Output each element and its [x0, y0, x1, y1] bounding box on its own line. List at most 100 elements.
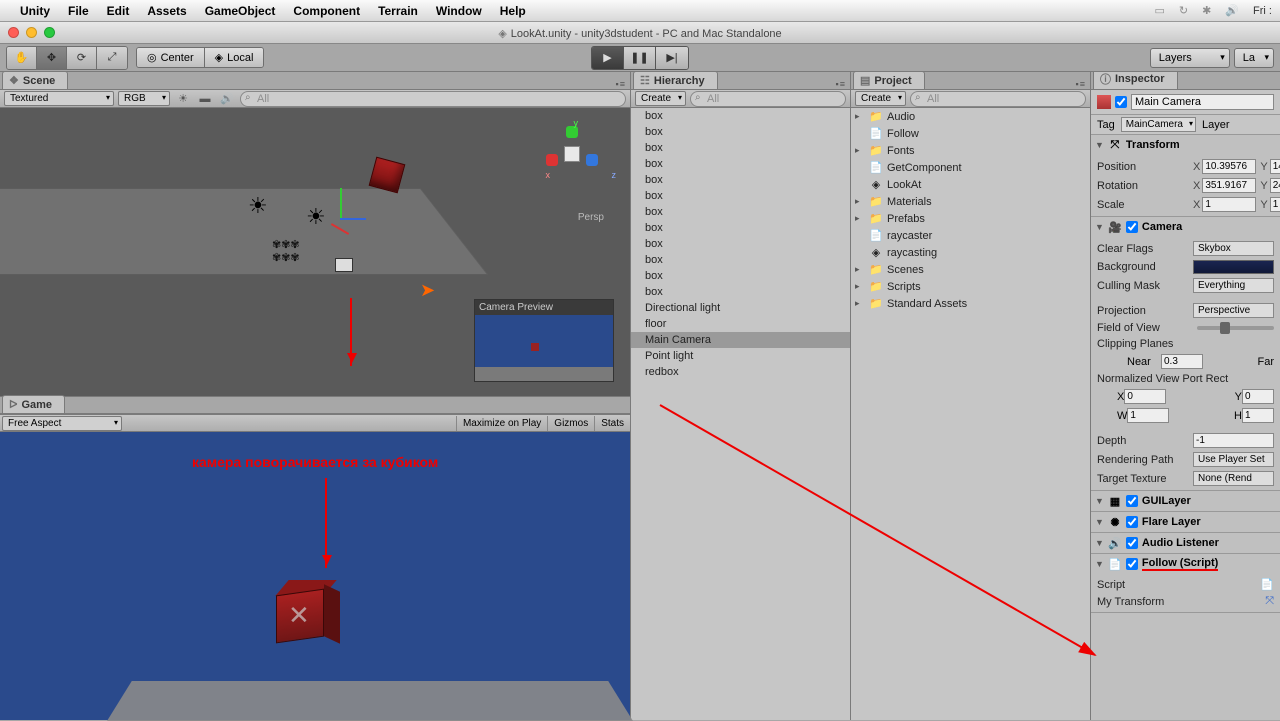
scale-y[interactable] — [1270, 197, 1280, 212]
foldout-icon[interactable]: ▼ — [1095, 140, 1104, 150]
pause-button[interactable]: ❚❚ — [624, 47, 656, 69]
scene-orientation-gizmo[interactable] — [542, 124, 602, 184]
hierarchy-item[interactable]: box — [631, 284, 850, 300]
hierarchy-item[interactable]: box — [631, 268, 850, 284]
menu-help[interactable]: Help — [500, 4, 526, 18]
gameobject-name-field[interactable] — [1131, 94, 1274, 110]
hierarchy-list[interactable]: boxboxboxboxboxboxboxboxboxboxboxboxDire… — [631, 108, 850, 720]
position-y[interactable] — [1270, 159, 1280, 174]
camera-enabled-checkbox[interactable] — [1126, 221, 1138, 233]
nvpr-x[interactable] — [1124, 389, 1166, 404]
project-item[interactable]: ▸📁Materials — [851, 193, 1090, 210]
hierarchy-item[interactable]: redbox — [631, 364, 850, 380]
hierarchy-item[interactable]: box — [631, 172, 850, 188]
script-ref-icon[interactable]: 📄 — [1260, 578, 1274, 591]
directional-light-gizmo[interactable]: ☀ — [248, 193, 268, 219]
gameobject-icon[interactable] — [1097, 95, 1111, 109]
project-create-dropdown[interactable]: Create — [855, 91, 906, 106]
hierarchy-item[interactable]: box — [631, 204, 850, 220]
project-item[interactable]: ▸📁Audio — [851, 108, 1090, 125]
projection-dropdown[interactable]: Perspective — [1193, 303, 1274, 318]
flare-enabled[interactable] — [1126, 516, 1138, 528]
foldout-icon[interactable]: ▼ — [1095, 517, 1104, 527]
scene-light-toggle[interactable]: ☀ — [174, 92, 192, 105]
hierarchy-item[interactable]: Main Camera — [631, 332, 850, 348]
hand-tool[interactable]: ✋ — [7, 47, 37, 69]
menu-gameobject[interactable]: GameObject — [205, 4, 276, 18]
aspect-dropdown[interactable]: Free Aspect — [2, 416, 122, 431]
menu-edit[interactable]: Edit — [107, 4, 130, 18]
target-tex-field[interactable]: None (Rend — [1193, 471, 1274, 486]
transform-ref-icon[interactable]: ⤧ — [1265, 595, 1274, 608]
project-item[interactable]: ▸📁Fonts — [851, 142, 1090, 159]
scene-panel-options[interactable]: ▪≡ — [616, 79, 626, 89]
scale-x[interactable] — [1202, 197, 1256, 212]
rotation-x[interactable] — [1202, 178, 1256, 193]
project-panel-options[interactable]: ▪≡ — [1076, 79, 1086, 89]
menu-terrain[interactable]: Terrain — [378, 4, 418, 18]
scene-audio-toggle[interactable]: 🔊 — [218, 92, 236, 105]
project-item[interactable]: ▸📁Standard Assets — [851, 295, 1090, 312]
project-item[interactable]: ◈raycasting — [851, 244, 1090, 261]
display-icon[interactable]: ▭ — [1155, 4, 1165, 17]
layers-dropdown[interactable]: Layers — [1150, 48, 1230, 68]
gizmo-x-axis[interactable] — [340, 218, 366, 220]
hierarchy-item[interactable]: box — [631, 156, 850, 172]
scale-tool[interactable]: ⤢ — [97, 47, 127, 69]
step-button[interactable]: ▶| — [656, 47, 688, 69]
project-search[interactable]: All — [910, 91, 1086, 107]
layout-dropdown[interactable]: La — [1234, 48, 1274, 68]
hierarchy-search[interactable]: All — [690, 91, 846, 107]
hierarchy-item[interactable]: box — [631, 124, 850, 140]
volume-icon[interactable]: 🔊 — [1225, 4, 1239, 17]
menu-app[interactable]: Unity — [20, 4, 50, 18]
follow-enabled[interactable] — [1126, 558, 1138, 570]
project-list[interactable]: ▸📁Audio📄Follow▸📁Fonts📄GetComponent◈LookA… — [851, 108, 1090, 720]
game-view[interactable]: ✕ камера поворачивается за кубиком — [0, 432, 630, 720]
maximize-on-play[interactable]: Maximize on Play — [456, 416, 547, 431]
culling-dropdown[interactable]: Everything — [1193, 278, 1274, 293]
foldout-icon[interactable]: ▼ — [1095, 222, 1104, 232]
stats-toggle[interactable]: Stats — [594, 416, 630, 431]
render-path-dropdown[interactable]: Use Player Set — [1193, 452, 1274, 467]
hierarchy-panel-options[interactable]: ▪≡ — [836, 79, 846, 89]
menu-window[interactable]: Window — [436, 4, 482, 18]
clear-flags-dropdown[interactable]: Skybox — [1193, 241, 1274, 256]
foldout-icon[interactable]: ▼ — [1095, 559, 1104, 569]
hierarchy-item[interactable]: box — [631, 188, 850, 204]
project-item[interactable]: ▸📁Prefabs — [851, 210, 1090, 227]
hierarchy-item[interactable]: Directional light — [631, 300, 850, 316]
play-button[interactable]: ▶ — [592, 47, 624, 69]
scene-view[interactable]: ☀ ☀ ✾✾✾✾✾✾ ➤ y x z Persp Camera Preview — [0, 108, 630, 396]
position-x[interactable] — [1202, 159, 1256, 174]
foldout-icon[interactable]: ▼ — [1095, 538, 1104, 548]
hierarchy-item[interactable]: box — [631, 220, 850, 236]
project-item[interactable]: ▸📁Scenes — [851, 261, 1090, 278]
gameobject-active-checkbox[interactable] — [1115, 96, 1127, 108]
hierarchy-item[interactable]: box — [631, 236, 850, 252]
camera-gizmo[interactable] — [335, 258, 353, 272]
scene-search[interactable]: All — [240, 91, 626, 107]
foldout-icon[interactable]: ▸ — [855, 213, 865, 224]
foldout-icon[interactable]: ▸ — [855, 281, 865, 292]
project-item[interactable]: 📄Follow — [851, 125, 1090, 142]
menubar-clock[interactable]: Fri : — [1253, 5, 1272, 17]
gizmos-toggle[interactable]: Gizmos — [547, 416, 594, 431]
project-item[interactable]: 📄GetComponent — [851, 159, 1090, 176]
scene-skybox-toggle[interactable]: ▬ — [196, 93, 214, 105]
foldout-icon[interactable]: ▸ — [855, 111, 865, 122]
persp-label[interactable]: Persp — [578, 212, 604, 223]
particle-gizmo[interactable]: ✾✾✾✾✾✾ — [272, 238, 322, 264]
inspector-tab[interactable]: ⓘInspector — [1093, 72, 1178, 89]
hierarchy-item[interactable]: box — [631, 108, 850, 124]
hierarchy-tab[interactable]: ☷Hierarchy — [633, 71, 718, 89]
pivot-local[interactable]: ◈Local — [205, 48, 264, 67]
depth-field[interactable] — [1193, 433, 1274, 448]
menu-file[interactable]: File — [68, 4, 89, 18]
project-item[interactable]: ▸📁Scripts — [851, 278, 1090, 295]
foldout-icon[interactable]: ▸ — [855, 264, 865, 275]
bluetooth-icon[interactable]: ✱ — [1202, 4, 1211, 17]
scene-shading-dropdown[interactable]: Textured — [4, 91, 114, 106]
scene-rendermode-dropdown[interactable]: RGB — [118, 91, 170, 106]
hierarchy-create-dropdown[interactable]: Create — [635, 91, 686, 106]
